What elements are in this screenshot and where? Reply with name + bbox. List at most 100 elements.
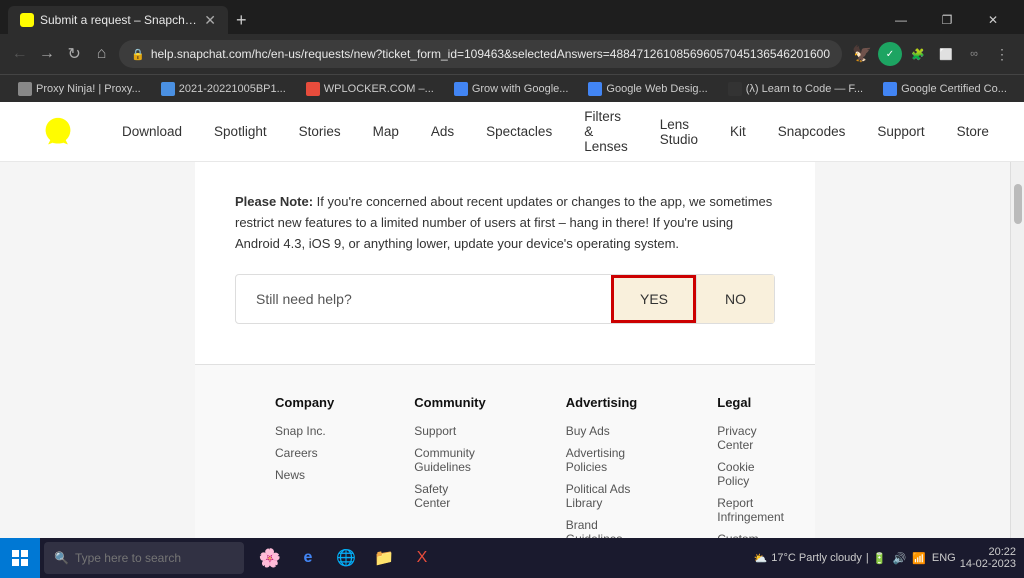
forward-button[interactable]: → [37,40,56,68]
bookmark-favicon [728,82,742,96]
bookmark-label: WPLOCKER.COM –... [324,83,434,95]
taskbar-icon-1[interactable]: 🌸 [252,538,288,578]
eng-label: ENG [932,552,956,564]
main-content: Please Note: If you're concerned about r… [0,162,1010,578]
bookmark-favicon [454,82,468,96]
taskbar-time: 20:22 [960,546,1016,558]
nav-store[interactable]: Store [941,102,1005,162]
page-wrapper: Please Note: If you're concerned about r… [0,162,1024,578]
footer-link-advertising-policies[interactable]: Advertising Policies [566,446,638,474]
nav-download[interactable]: Download [106,102,198,162]
ext-icon-1[interactable]: 🦅 [850,42,874,66]
taskbar-search-box[interactable]: 🔍 [44,542,244,574]
still-need-help-box: Still need help? YES NO [235,274,775,324]
sys-icons: 🔋 🔊 📶 ENG [873,552,956,565]
refresh-button[interactable]: ↻ [65,40,84,68]
footer-link-cookie-policy[interactable]: Cookie Policy [717,460,784,488]
nav-ads[interactable]: Ads [415,102,470,162]
footer-link-report-infringement[interactable]: Report Infringement [717,496,784,524]
bookmark-label: 2021-20221005BP1... [179,83,286,95]
nav-lens-studio[interactable]: Lens Studio [644,102,714,162]
content-container: Please Note: If you're concerned about r… [195,162,815,578]
page: Download Spotlight Stories Map Ads Spect… [0,102,1024,578]
ext-icon-3[interactable]: 🧩 [906,42,930,66]
taskbar-icons: 🌸 e 🌐 📁 X [252,538,440,578]
bookmark-2021[interactable]: 2021-20221005BP1... [153,80,294,98]
minimize-button[interactable]: — [878,6,924,34]
content-card: Please Note: If you're concerned about r… [195,162,815,364]
wifi-icon: 📶 [912,552,926,565]
taskbar-icon-4[interactable]: 📁 [366,538,402,578]
footer-link-careers[interactable]: Careers [275,446,334,460]
ext-icon-2[interactable]: ✓ [878,42,902,66]
footer-link-buy-ads[interactable]: Buy Ads [566,424,638,438]
ext-icon-4[interactable]: ⬜ [934,42,958,66]
weather-icon: ⛅ [754,552,768,565]
footer-link-political-ads[interactable]: Political Ads Library [566,482,638,510]
bookmark-google-certified[interactable]: Google Certified Co... [875,80,1015,98]
window-controls: — ❐ ✕ [878,6,1016,34]
yes-button[interactable]: YES [611,275,696,323]
home-button[interactable]: ⌂ [92,40,111,68]
taskbar-icon-browser[interactable]: e [290,538,326,578]
nav-snapcodes[interactable]: Snapcodes [762,102,862,162]
taskbar-icon-5[interactable]: X [404,538,440,578]
bookmark-label: (λ) Learn to Code — F... [746,83,863,95]
nav-support[interactable]: Support [861,102,940,162]
bookmark-favicon [161,82,175,96]
footer-link-support[interactable]: Support [414,424,486,438]
taskbar-icon-3[interactable]: 🌐 [328,538,364,578]
nav-filters-lenses[interactable]: Filters & Lenses [568,102,644,162]
extensions-button[interactable]: ⋮ [990,42,1014,66]
bookmark-favicon [883,82,897,96]
taskbar-search-input[interactable] [75,551,215,565]
scrollbar[interactable] [1010,162,1024,578]
footer-col-company-heading: Company [275,395,334,410]
footer-link-snap-inc[interactable]: Snap Inc. [275,424,334,438]
nav-map[interactable]: Map [357,102,415,162]
browser-tab[interactable]: Submit a request – Snapchat Su... ✕ [8,6,228,34]
footer-link-community-guidelines[interactable]: Community Guidelines [414,446,486,474]
nav-stories[interactable]: Stories [283,102,357,162]
weather-text: 17°C Partly cloudy [771,552,862,564]
snapchat-logo[interactable] [40,114,76,150]
footer-link-news[interactable]: News [275,468,334,482]
taskbar-date: 14-02-2023 [960,558,1016,570]
time-date: 20:22 14-02-2023 [960,546,1016,570]
start-button[interactable] [0,538,40,578]
address-box[interactable]: 🔒 help.snapchat.com/hc/en-us/requests/ne… [119,40,842,68]
bookmark-learn-code[interactable]: (λ) Learn to Code — F... [720,80,871,98]
bookmark-label: Google Certified Co... [901,83,1007,95]
taskbar: 🔍 🌸 e 🌐 📁 X ⛅ 17°C Partly cloudy | 🔋 🔊 📶… [0,538,1024,578]
back-button[interactable]: ← [10,40,29,68]
footer-link-privacy-center[interactable]: Privacy Center [717,424,784,452]
bookmark-favicon [18,82,32,96]
nav-spotlight[interactable]: Spotlight [198,102,283,162]
bookmark-wplocker[interactable]: WPLOCKER.COM –... [298,80,442,98]
bookmark-google-webdesign[interactable]: Google Web Desig... [580,80,715,98]
bookmark-google-grow[interactable]: Grow with Google... [446,80,577,98]
bookmark-label: Grow with Google... [472,83,569,95]
lock-icon: 🔒 [131,48,145,61]
scroll-thumb[interactable] [1014,184,1022,224]
tab-favicon [20,13,34,27]
close-button[interactable]: ✕ [970,6,1016,34]
bookmark-major-rock[interactable]: W Major Rock Edicts –... [1019,80,1024,98]
tab-bar: Submit a request – Snapchat Su... ✕ + — … [0,0,1024,34]
bookmark-proxy[interactable]: Proxy Ninja! | Proxy... [10,80,149,98]
restore-button[interactable]: ❐ [924,6,970,34]
ext-icon-5[interactable]: ∞ [962,42,986,66]
taskbar-right: ⛅ 17°C Partly cloudy | 🔋 🔊 📶 ENG 20:22 1… [754,546,1024,570]
no-button[interactable]: NO [696,275,774,323]
footer-link-safety-center[interactable]: Safety Center [414,482,486,510]
new-tab-button[interactable]: + [228,10,255,31]
bookmarks-bar: Proxy Ninja! | Proxy... 2021-20221005BP1… [0,74,1024,102]
bookmark-favicon [588,82,602,96]
address-text: help.snapchat.com/hc/en-us/requests/new?… [151,47,830,61]
tab-close-button[interactable]: ✕ [204,12,216,29]
nav-spectacles[interactable]: Spectacles [470,102,568,162]
footer-col-community-heading: Community [414,395,486,410]
nav-kit[interactable]: Kit [714,102,762,162]
bookmark-label: Proxy Ninja! | Proxy... [36,83,141,95]
note-paragraph: Please Note: If you're concerned about r… [235,192,775,254]
